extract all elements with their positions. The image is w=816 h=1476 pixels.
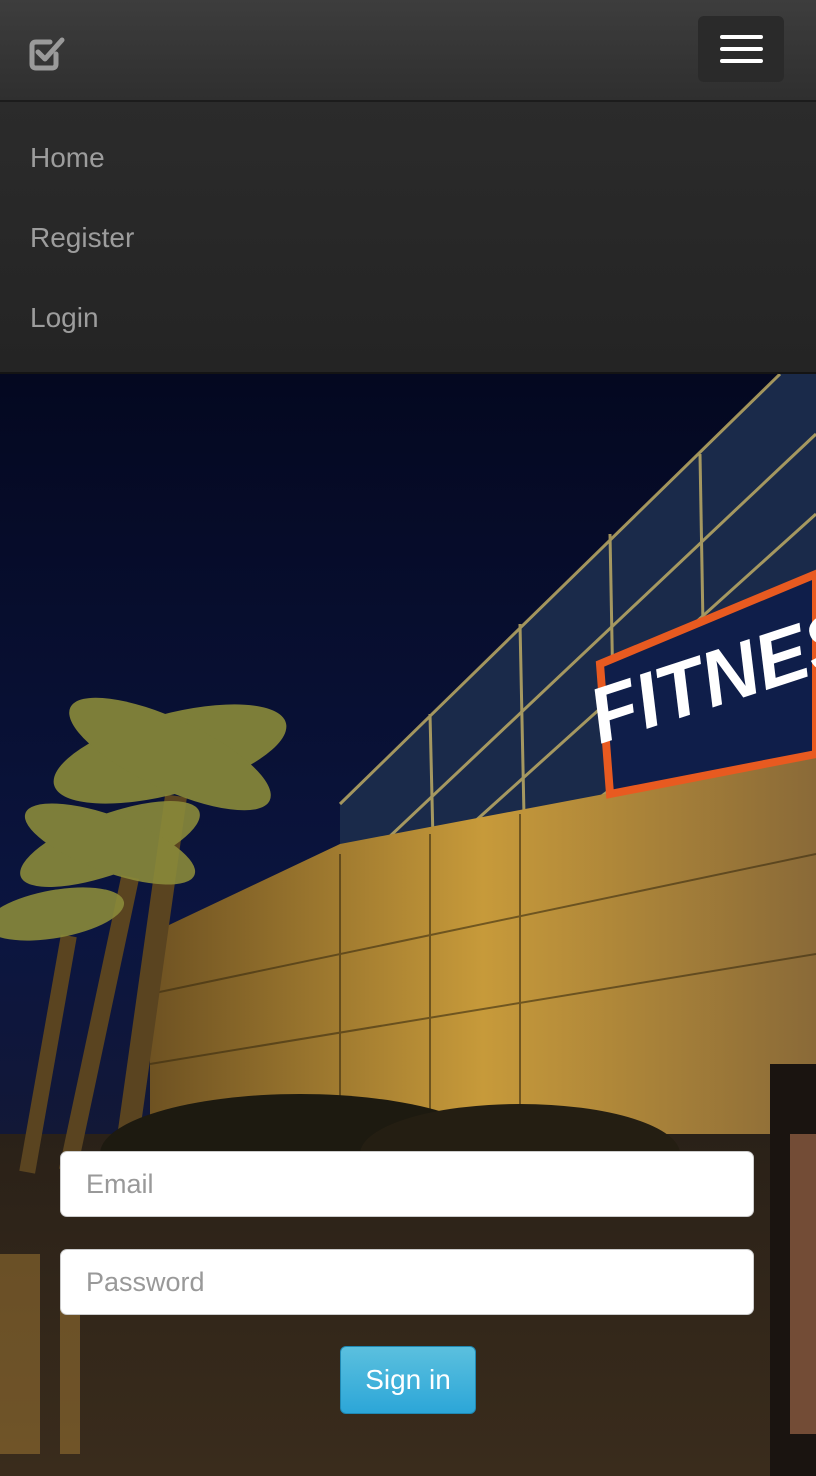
nav-item-login[interactable]: Login	[30, 298, 99, 338]
navbar	[0, 0, 816, 102]
nav-menu: Home Register Login	[0, 102, 816, 374]
email-input[interactable]	[60, 1151, 754, 1217]
nav-item-home[interactable]: Home	[30, 138, 105, 178]
nav-item-register[interactable]: Register	[30, 218, 134, 258]
hamburger-menu-icon	[720, 35, 763, 39]
sign-in-button[interactable]: Sign in	[340, 1346, 476, 1414]
password-input[interactable]	[60, 1249, 754, 1315]
hamburger-menu-icon	[720, 47, 763, 51]
checkbox-check-icon[interactable]	[28, 34, 66, 72]
navbar-toggle-button[interactable]	[698, 16, 784, 82]
hamburger-menu-icon	[720, 59, 763, 63]
